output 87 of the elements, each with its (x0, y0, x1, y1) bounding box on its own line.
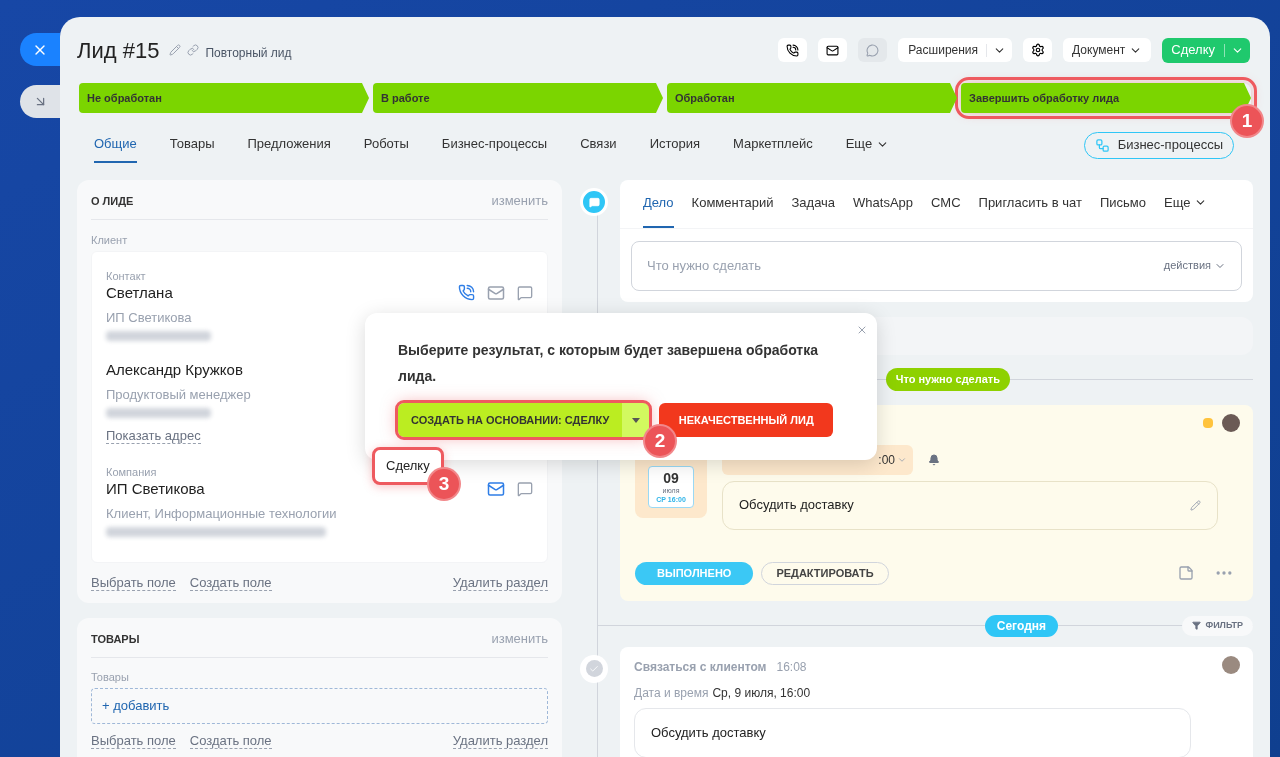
mail-icon (826, 43, 840, 57)
workflow-icon (1094, 137, 1110, 153)
entry-caption: Компания (106, 466, 157, 479)
entry-detail: Клиент, Информационные технологии (106, 506, 337, 522)
section-tab[interactable]: Роботы (363, 127, 409, 163)
link-icon[interactable] (187, 44, 200, 56)
composer-tab[interactable]: Комментарий (691, 180, 774, 228)
history-time: 16:08 (776, 658, 807, 676)
todo-input-field[interactable]: Что нужно сделать (647, 255, 1164, 276)
entry-detail: ИП Светикова (106, 310, 192, 326)
dashed-link[interactable]: Выбрать поле (91, 575, 176, 591)
stage-segment[interactable]: Завершить обработку лида (961, 83, 1251, 113)
section-tab[interactable]: Маркетплейс (733, 127, 813, 163)
entry-name[interactable]: ИП Светикова (106, 479, 205, 498)
lead-subtitle: Повторный лид (205, 45, 292, 62)
pencil-icon[interactable] (1190, 499, 1201, 511)
composer-tab[interactable]: Дело (643, 180, 674, 228)
activity-text-box[interactable]: Обсудить доставку (722, 480, 1218, 530)
section-tab[interactable]: Бизнес-процессы (441, 127, 548, 163)
pencil-icon[interactable] (169, 44, 182, 56)
section-title: О ЛИДЕ (91, 194, 134, 208)
phone-icon (786, 43, 800, 57)
dashed-link[interactable]: Создать поле (189, 733, 272, 749)
section-tab[interactable]: Товары (169, 127, 215, 163)
entry-name[interactable]: Светлана (106, 283, 173, 302)
close-button[interactable] (20, 33, 60, 66)
dashed-link[interactable]: Выбрать поле (91, 733, 176, 749)
add-goods-field[interactable]: + добавить (91, 688, 548, 724)
composer-tab[interactable]: Письмо (1099, 180, 1146, 228)
note-icon[interactable] (1178, 565, 1194, 581)
section-tab[interactable]: История (649, 127, 701, 163)
stage-segment[interactable]: Обработан (667, 83, 957, 113)
actions-dropdown[interactable]: действия (1163, 257, 1226, 274)
field-label: Клиент (91, 234, 128, 247)
mail-icon[interactable] (487, 479, 505, 498)
composer-tab[interactable]: Еще (1164, 180, 1208, 228)
settings-icon (1030, 43, 1045, 57)
extensions-button[interactable]: Расширения (898, 38, 1013, 62)
section-tab[interactable]: Предложения (247, 127, 331, 163)
dashed-link[interactable]: Удалить раздел (452, 733, 548, 749)
section-tab[interactable]: Еще (845, 127, 890, 163)
settings-button[interactable] (1023, 38, 1053, 62)
collapse-button[interactable] (20, 85, 60, 118)
avatar (1222, 655, 1240, 674)
bell-icon[interactable] (928, 453, 940, 466)
popup-text: Выберите результат, с которым будет завершена обработка лида. (398, 341, 819, 386)
avatar (1222, 413, 1240, 432)
dashed-link[interactable]: Создать поле (189, 575, 272, 591)
filter-icon (1192, 621, 1202, 630)
composer-tab[interactable]: СМС (931, 180, 961, 228)
mail-icon[interactable] (487, 283, 505, 302)
composer-tab[interactable]: WhatsApp (853, 180, 914, 228)
chat-icon[interactable] (517, 284, 533, 301)
todo-input-box[interactable]: Что нужно сделать действия (631, 240, 1242, 291)
lead-title: Лид #15 (77, 36, 160, 65)
field-label: Товары (91, 671, 129, 684)
filter-button[interactable]: ФИЛЬТР (1182, 615, 1253, 636)
close-icon[interactable] (856, 324, 868, 336)
stage-segment[interactable]: Не обработан (79, 83, 369, 113)
dashed-link[interactable]: Удалить раздел (452, 575, 548, 591)
chat-button[interactable] (858, 38, 888, 62)
date-day: 09 (663, 471, 679, 485)
entry-name[interactable]: Александр Кружков (106, 360, 243, 379)
entry-detail: Продуктовый менеджер (106, 387, 251, 403)
today-pill: Сегодня (984, 614, 1058, 637)
caret-icon (631, 417, 640, 423)
stage-segment[interactable]: В работе (373, 83, 663, 113)
status-pill: Что нужно сделать (885, 368, 1010, 391)
chat-icon (866, 43, 880, 57)
call-button[interactable] (778, 38, 808, 62)
activity-type-icon (580, 188, 608, 216)
composer-tab[interactable]: Задача (791, 180, 836, 228)
entry-caption: Контакт (106, 270, 146, 283)
history-title: Связаться с клиентом (634, 658, 767, 676)
field-label: Дата и время (634, 684, 709, 702)
section-tab[interactable]: Общие (94, 127, 137, 163)
document-button[interactable]: Документ (1063, 38, 1152, 62)
mail-button[interactable] (818, 38, 848, 62)
section-title: ТОВАРЫ (91, 632, 140, 646)
section-tab[interactable]: Связи (580, 127, 617, 163)
phone-icon[interactable] (458, 284, 475, 301)
field-value: Ср, 9 июля, 16:00 (712, 684, 811, 702)
show-address-link[interactable]: Показать адрес (106, 428, 201, 444)
priority-marker (1203, 417, 1213, 428)
chat-icon[interactable] (517, 480, 533, 497)
composer-tab[interactable]: Пригласить в чат (978, 180, 1082, 228)
create-on-basis-button[interactable]: СОЗДАТЬ НА ОСНОВАНИИ: СДЕЛКУ (398, 403, 650, 437)
